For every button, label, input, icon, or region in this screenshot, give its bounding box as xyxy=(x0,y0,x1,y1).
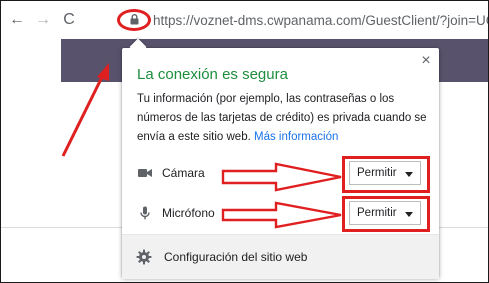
site-info-button[interactable] xyxy=(117,9,151,31)
connection-description: Tu información (por ejemplo, las contras… xyxy=(137,90,427,147)
close-button[interactable]: × xyxy=(417,52,435,70)
permission-row-camera: Cámara Permitir xyxy=(122,158,439,188)
microphone-label: Micrófono xyxy=(162,206,215,220)
connection-secure-title: La conexión es segura xyxy=(137,66,288,83)
camera-permission-select[interactable]: Permitir xyxy=(349,161,421,185)
reload-button[interactable]: C xyxy=(59,10,79,30)
more-info-link[interactable]: Más información xyxy=(254,131,338,143)
site-settings-label: Configuración del sitio web xyxy=(164,250,308,264)
site-settings-button[interactable]: Configuración del sitio web xyxy=(122,234,439,279)
chevron-down-icon xyxy=(405,172,413,177)
site-info-popup: × La conexión es segura Tu información (… xyxy=(122,38,439,279)
forward-button[interactable]: → xyxy=(33,10,53,30)
lock-icon xyxy=(130,14,139,25)
address-bar-url[interactable]: https://voznet-dms.cwpanama.com/GuestCli… xyxy=(153,12,488,30)
back-button[interactable]: ← xyxy=(7,10,27,30)
camera-permission-value: Permitir xyxy=(357,167,397,179)
permission-row-microphone: Micrófono Permitir xyxy=(122,198,439,228)
microphone-permission-value: Permitir xyxy=(357,207,397,219)
camera-label: Cámara xyxy=(162,166,205,180)
microphone-icon xyxy=(140,206,150,220)
chevron-down-icon xyxy=(405,212,413,217)
screenshot-frame: ← → C https://voznet-dms.cwpanama.com/Gu… xyxy=(0,0,489,283)
microphone-permission-select[interactable]: Permitir xyxy=(349,201,421,225)
gear-icon xyxy=(136,249,152,265)
camera-icon xyxy=(138,169,152,177)
browser-toolbar: ← → C https://voznet-dms.cwpanama.com/Gu… xyxy=(1,1,488,39)
